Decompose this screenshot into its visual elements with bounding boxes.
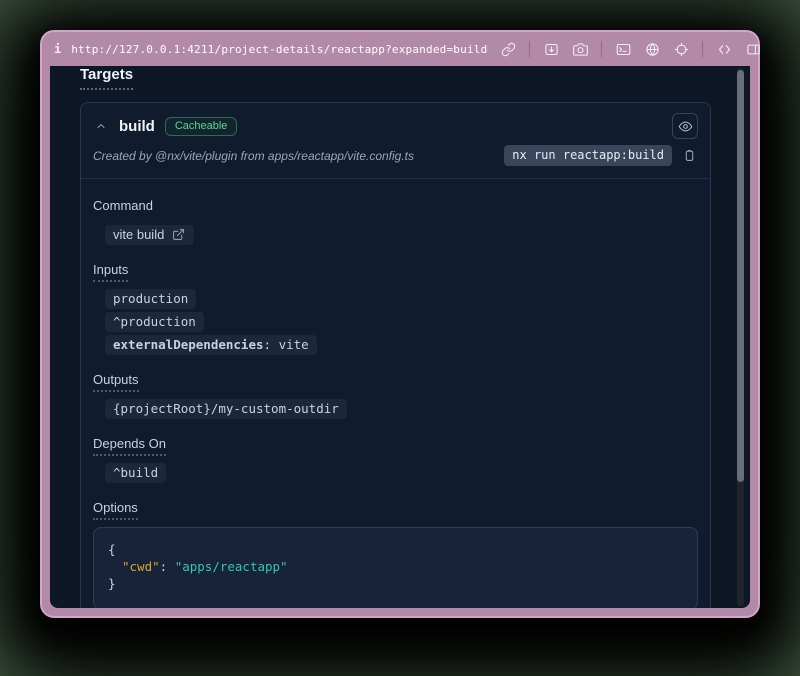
page-title: Targets [80,66,133,90]
depends-on-item: ^build [105,463,698,483]
external-link-icon[interactable] [171,227,186,242]
json-line: "cwd": "apps/reactapp" [108,558,683,575]
camera-icon[interactable] [569,38,591,60]
input-dep-key: externalDependencies [113,337,264,352]
input-dep-value: : vite [264,337,309,352]
input-item: ^production [105,312,698,332]
toolbar-divider [702,41,703,57]
json-line: } [108,575,683,592]
command-value-line: vite build [105,225,698,245]
code-brackets-icon[interactable] [713,38,735,60]
browser-toolbar: i http://127.0.0.1:4211/project-details/… [42,32,758,66]
command-value: vite build [113,227,164,242]
options-json-block: { "cwd": "apps/reactapp" } [93,527,698,608]
split-panel-icon[interactable] [742,38,764,60]
url-text: http://127.0.0.1:4211/project-details/re… [71,43,487,56]
input-item: production [105,289,698,309]
command-label: Command [93,197,698,215]
outputs-label: Outputs [93,371,698,389]
build-card-header: build Cacheable [81,103,710,141]
inputs-label: Inputs [93,261,698,279]
depends-on-label: Depends On [93,435,698,453]
options-label: Options [93,499,698,517]
crosshair-icon[interactable] [670,38,692,60]
run-command-chip: nx run reactapp:build [504,145,672,166]
eye-icon[interactable] [672,113,698,139]
browser-window: i http://127.0.0.1:4211/project-details/… [40,30,760,618]
target-card-build: build Cacheable Created by @nx/vite/plug… [80,102,711,608]
created-by-text: Created by @nx/vite/plugin from apps/rea… [93,149,496,163]
target-name: build [119,118,155,135]
toolbar-divider [601,41,602,57]
chevron-up-icon[interactable] [93,118,109,134]
build-card-body: Command vite build Inputs production [81,179,710,608]
output-item: {projectRoot}/my-custom-outdir [105,399,698,419]
toolbar-actions [497,38,764,60]
scrollbar-thumb[interactable] [737,70,744,482]
link-icon[interactable] [497,38,519,60]
info-glyph: i [54,42,61,56]
page-content: Targets build Cacheable Created by @nx/v… [50,66,750,608]
cacheable-badge: Cacheable [165,117,238,136]
json-value: "apps/reactapp" [175,559,288,574]
toolbar-divider [529,41,530,57]
import-box-icon[interactable] [540,38,562,60]
terminal-icon[interactable] [612,38,634,60]
input-item: externalDependencies: vite [105,335,698,355]
json-line: { [108,541,683,558]
copy-icon[interactable] [680,147,698,165]
vertical-scrollbar[interactable] [737,68,744,606]
globe-icon[interactable] [641,38,663,60]
build-card-meta: Created by @nx/vite/plugin from apps/rea… [81,141,710,179]
json-key: "cwd" [122,559,160,574]
